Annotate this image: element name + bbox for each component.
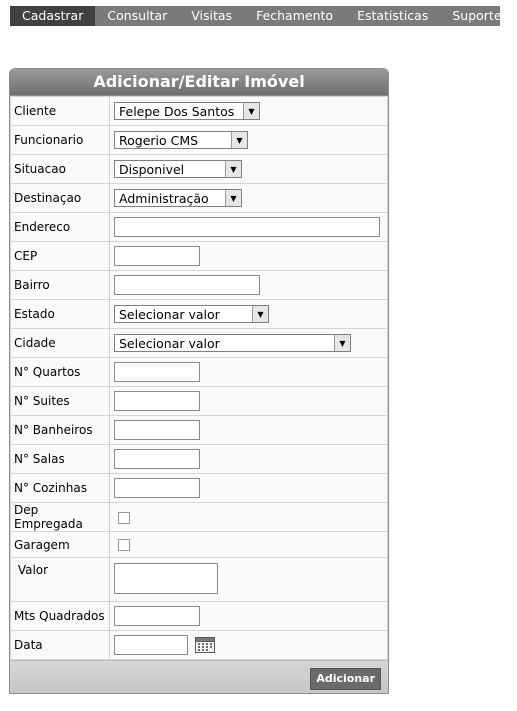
form-row-dep-empregada: Dep Empregada (11, 503, 387, 531)
estado-select[interactable]: Selecionar valor ▼ (114, 305, 269, 323)
cliente-label: Cliente (11, 97, 109, 125)
quartos-label: N° Quartos (11, 358, 109, 386)
garagem-label: Garagem (11, 532, 109, 557)
form-row-funcionario: Funcionario Rogerio CMS ▼ (11, 126, 387, 154)
cidade-select[interactable]: Selecionar valor ▼ (114, 334, 351, 352)
destinacao-label: Destinaçao (11, 184, 109, 212)
form-row-cep: CEP (11, 242, 387, 270)
data-label: Data (11, 631, 109, 659)
form-row-cozinhas: N° Cozinhas (11, 474, 387, 502)
quartos-input[interactable] (114, 362, 200, 382)
cozinhas-input[interactable] (114, 478, 200, 498)
form-row-situacao: Situacao Disponivel ▼ (11, 155, 387, 183)
chevron-down-icon: ▼ (231, 132, 247, 148)
destinacao-select-value: Administração (119, 190, 209, 206)
chevron-down-icon: ▼ (334, 335, 350, 351)
estado-select-value: Selecionar valor (119, 306, 220, 322)
mts-quadrados-input[interactable] (114, 606, 200, 626)
cep-label: CEP (11, 242, 109, 270)
valor-input[interactable] (114, 562, 218, 594)
form-row-cidade: Cidade Selecionar valor ▼ (11, 329, 387, 357)
cidade-select-value: Selecionar valor (119, 335, 220, 351)
form-row-endereco: Endereco (11, 213, 387, 241)
imovel-form-panel: Adicionar/Editar Imóvel Cliente Felepe D… (9, 68, 389, 694)
salas-input[interactable] (114, 449, 200, 469)
estado-label: Estado (11, 300, 109, 328)
bairro-input[interactable] (114, 275, 260, 295)
situacao-label: Situacao (11, 155, 109, 183)
data-input[interactable] (114, 635, 188, 655)
cliente-select[interactable]: Felepe Dos Santos ▼ (114, 102, 260, 120)
chevron-down-icon: ▼ (225, 161, 241, 177)
banheiros-input[interactable] (114, 420, 200, 440)
form-title: Adicionar/Editar Imóvel (10, 69, 388, 96)
chevron-down-icon: ▼ (225, 190, 241, 206)
form-table: Cliente Felepe Dos Santos ▼ Funcionario … (10, 96, 388, 660)
cidade-label: Cidade (11, 329, 109, 357)
situacao-select-value: Disponivel (119, 161, 185, 177)
form-row-salas: N° Salas (11, 445, 387, 473)
salas-label: N° Salas (11, 445, 109, 473)
cep-input[interactable] (114, 246, 200, 266)
form-row-destinacao: Destinaçao Administração ▼ (11, 184, 387, 212)
calendar-icon[interactable] (194, 637, 215, 653)
funcionario-label: Funcionario (11, 126, 109, 154)
top-menu: Cadastrar Consultar Visitas Fechamento E… (10, 6, 502, 26)
valor-label: Valor (11, 558, 109, 601)
funcionario-select-value: Rogerio CMS (119, 132, 199, 148)
situacao-select[interactable]: Disponivel ▼ (114, 160, 242, 178)
menu-item-fechamento[interactable]: Fechamento (244, 6, 345, 26)
destinacao-select[interactable]: Administração ▼ (114, 189, 242, 207)
menu-item-estatisticas[interactable]: Estatisticas (345, 6, 440, 26)
banheiros-label: N° Banheiros (11, 416, 109, 444)
suites-label: N° Suites (11, 387, 109, 415)
dep-empregada-checkbox[interactable] (118, 511, 130, 524)
menu-item-consultar[interactable]: Consultar (95, 6, 179, 26)
suites-input[interactable] (114, 391, 200, 411)
endereco-label: Endereco (11, 213, 109, 241)
menu-item-visitas[interactable]: Visitas (179, 6, 244, 26)
dep-empregada-label: Dep Empregada (11, 503, 109, 531)
garagem-checkbox[interactable] (118, 539, 130, 551)
cozinhas-label: N° Cozinhas (11, 474, 109, 502)
menu-item-cadastrar[interactable]: Cadastrar (10, 6, 96, 26)
form-row-bairro: Bairro (11, 271, 387, 299)
cliente-select-value: Felepe Dos Santos (119, 103, 235, 119)
funcionario-select[interactable]: Rogerio CMS ▼ (114, 131, 248, 149)
form-row-banheiros: N° Banheiros (11, 416, 387, 444)
form-row-estado: Estado Selecionar valor ▼ (11, 300, 387, 328)
form-row-suites: N° Suites (11, 387, 387, 415)
form-row-mts-quadrados: Mts Quadrados (11, 602, 387, 630)
form-row-quartos: N° Quartos (11, 358, 387, 386)
form-row-data: Data (11, 631, 387, 659)
bairro-label: Bairro (11, 271, 109, 299)
chevron-down-icon: ▼ (243, 103, 259, 119)
menu-item-suporte[interactable]: Suporte (440, 6, 513, 26)
adicionar-button[interactable]: Adicionar (310, 668, 381, 690)
form-footer: Adicionar (10, 660, 388, 693)
form-row-cliente: Cliente Felepe Dos Santos ▼ (11, 97, 387, 125)
form-row-valor: Valor (11, 558, 387, 601)
endereco-input[interactable] (114, 217, 380, 237)
mts-quadrados-label: Mts Quadrados (11, 602, 109, 630)
chevron-down-icon: ▼ (252, 306, 268, 322)
form-row-garagem: Garagem (11, 532, 387, 557)
